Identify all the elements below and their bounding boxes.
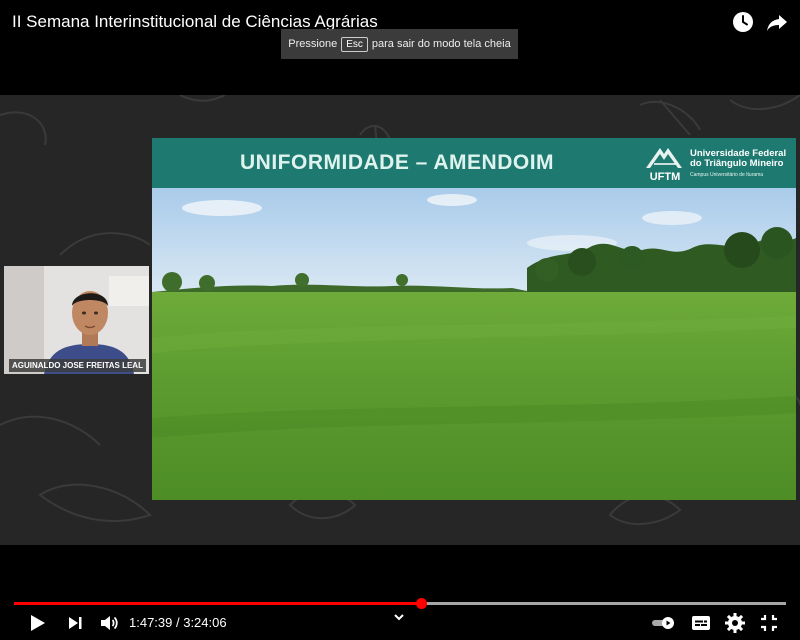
share-arrow-icon: [767, 15, 787, 31]
exit-fullscreen-button[interactable]: [758, 612, 780, 634]
play-icon: [31, 615, 45, 631]
slide-header-bar: UNIFORMIDADE – AMENDOIM UFTM Universidad…: [152, 138, 796, 188]
logo-line-2: do Triângulo Mineiro: [690, 158, 784, 169]
time-display: 1:47:39 / 3:24:06: [129, 615, 227, 630]
logo-abbrev: UFTM: [650, 171, 681, 183]
chevron-down-icon: [394, 614, 404, 621]
gear-icon: [725, 613, 745, 633]
subtitles-button[interactable]: [690, 612, 712, 634]
volume-button[interactable]: [98, 612, 120, 634]
slide-title: UNIFORMIDADE – AMENDOIM: [240, 151, 555, 174]
watch-later-button[interactable]: [731, 10, 755, 34]
progress-bar[interactable]: [14, 598, 786, 609]
subtitles-icon: [692, 616, 710, 630]
play-button[interactable]: [26, 612, 48, 634]
speaker-video: [4, 266, 149, 374]
hint-text-after: para sair do modo tela cheia: [371, 38, 511, 50]
slide-content: UNIFORMIDADE – AMENDOIM UFTM Universidad…: [152, 138, 796, 500]
autoplay-toggle-icon: [652, 617, 674, 629]
exit-fullscreen-icon: [761, 615, 777, 631]
hint-text-before: Pressione: [288, 38, 338, 50]
uftm-logo: UFTM Universidade Federal do Triângulo M…: [642, 142, 792, 184]
logo-line-3: Campus Universitário de Iturama: [690, 172, 764, 178]
share-button[interactable]: [765, 10, 789, 34]
scrubber-handle[interactable]: [415, 598, 427, 609]
speaker-icon: [101, 616, 118, 630]
uftm-logo-icon: UFTM: [646, 148, 682, 183]
clock-icon: [733, 12, 753, 32]
settings-button[interactable]: [724, 612, 746, 634]
next-button[interactable]: [64, 612, 86, 634]
esc-key-badge: Esc: [341, 36, 368, 52]
progress-played: [14, 602, 421, 605]
video-stage[interactable]: UNIFORMIDADE – AMENDOIM UFTM Universidad…: [0, 95, 800, 545]
speaker-name-label: AGUINALDO JOSE FREITAS LEAL: [9, 359, 146, 372]
next-track-icon: [69, 617, 82, 629]
fullscreen-exit-hint: Pressione Esc para sair do modo tela che…: [281, 29, 518, 59]
peanut-field-photo: [152, 188, 796, 500]
autoplay-toggle[interactable]: [650, 612, 676, 634]
webcam-tile: AGUINALDO JOSE FREITAS LEAL: [4, 266, 149, 374]
chapter-expand-button[interactable]: [392, 610, 406, 624]
